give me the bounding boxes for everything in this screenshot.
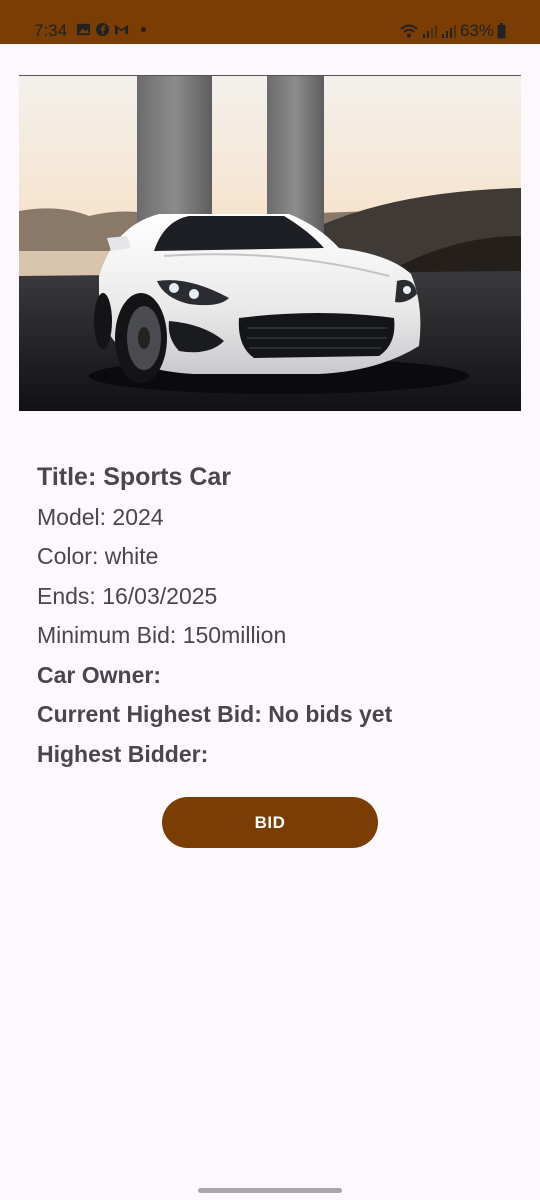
status-time: 7:34 bbox=[34, 21, 68, 40]
listing-color: Color: white bbox=[37, 543, 159, 569]
more-notifications-dot bbox=[141, 27, 146, 32]
signal-icon bbox=[422, 25, 437, 38]
listing-minimum-bid: Minimum Bid: 150million bbox=[37, 622, 287, 648]
facebook-icon bbox=[95, 22, 110, 37]
listing-current-highest-bid: Current Highest Bid: No bids yet bbox=[37, 701, 393, 727]
listing-ends: Ends: 16/03/2025 bbox=[37, 582, 218, 609]
status-bar: 7:34 63% bbox=[0, 0, 540, 44]
listing-highest-bidder: Highest Bidder: bbox=[37, 740, 209, 767]
notification-icons bbox=[76, 22, 146, 37]
status-right: 63% bbox=[399, 21, 506, 41]
listing-model: Model: 2024 bbox=[37, 503, 164, 530]
wifi-icon bbox=[400, 24, 418, 38]
signal-icon bbox=[441, 25, 456, 38]
car-photo bbox=[19, 75, 521, 411]
battery-icon bbox=[497, 23, 506, 39]
listing-car-owner: Car Owner: bbox=[37, 661, 161, 688]
gmail-icon bbox=[114, 24, 129, 35]
gesture-nav-handle[interactable] bbox=[198, 1188, 342, 1193]
gallery-icon bbox=[76, 23, 91, 36]
bid-button[interactable]: BID bbox=[162, 797, 378, 848]
battery-percent: 63% bbox=[459, 21, 494, 40]
listing-title: Title: Sports Car bbox=[37, 463, 232, 491]
listing-details: Title: Sports Car Model: 2024 Color: whi… bbox=[37, 458, 507, 774]
